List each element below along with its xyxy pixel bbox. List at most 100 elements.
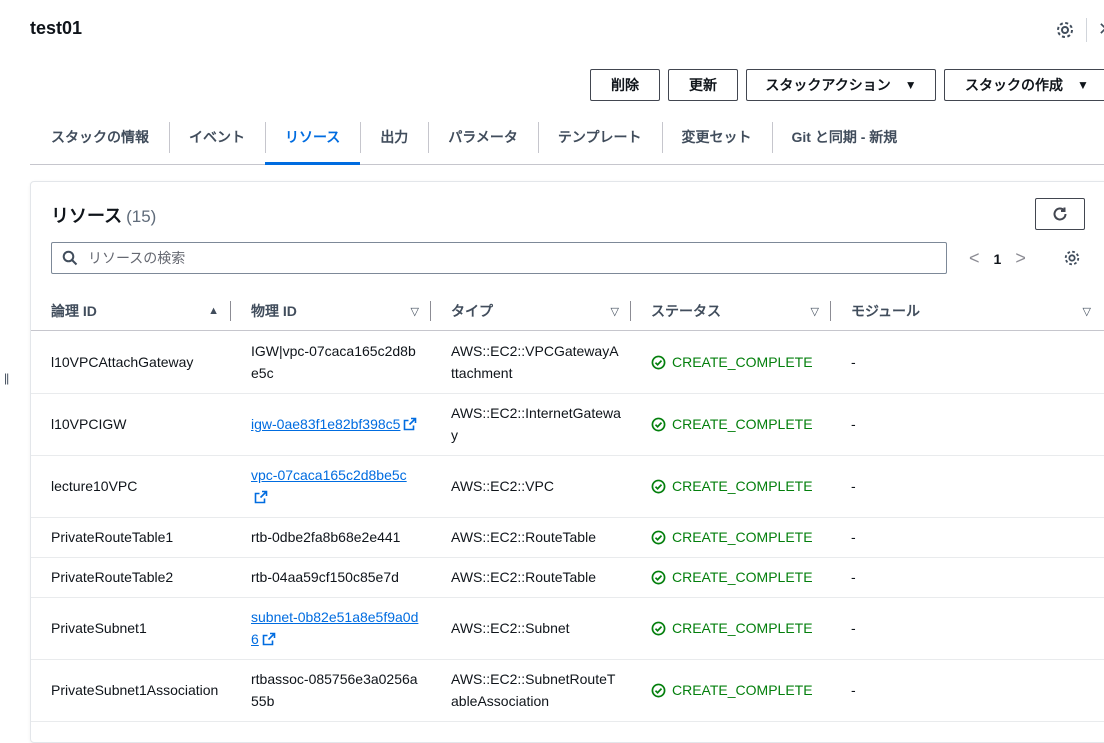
module-cell: -: [851, 557, 1051, 597]
type-cell: AWS::EC2::SubnetRouteTableAssociation: [451, 659, 626, 721]
table-row: PrivateRouteTable1 rtb-0dbe2fa8b68e2e441 A…: [31, 517, 1104, 558]
physical-id-cell: rtb-0dbe2fa8b68e2e441: [251, 517, 426, 557]
logical-id-cell: PrivateRouteTable2: [51, 557, 226, 597]
module-text: -: [851, 416, 856, 432]
logical-id-text: PrivateSubnet1Association: [51, 682, 219, 698]
type-text: AWS::EC2::SubnetRouteTableAssociation: [451, 671, 616, 709]
status-badge: CREATE_COMPLETE: [651, 617, 813, 639]
search-field: [51, 242, 947, 274]
type-text: AWS::EC2::InternetGateway: [451, 405, 621, 443]
column-divider[interactable]: [430, 301, 431, 321]
column-physical-id-label: 物理 ID: [251, 303, 297, 319]
status-badge: CREATE_COMPLETE: [651, 679, 813, 701]
tab-change-sets[interactable]: 変更セット: [661, 118, 772, 156]
column-physical-id[interactable]: 物理 ID ▽: [251, 292, 431, 330]
delete-button[interactable]: 削除: [590, 69, 660, 101]
module-text: -: [851, 620, 856, 636]
column-logical-id-label: 論理 ID: [51, 303, 97, 319]
page-number[interactable]: 1: [994, 251, 1002, 267]
logical-id-text: PrivateRouteTable2: [51, 569, 174, 585]
table-row: PrivateSubnet1 subnet-0b82e51a8e5f9a0d6 AW…: [31, 597, 1104, 660]
table-row: PrivateSubnet1Association rtbassoc-085756…: [31, 659, 1104, 722]
resources-title: リソース: [51, 206, 123, 226]
stack-tabs: スタックの情報 イベント リソース 出力 パラメータ テンプレート 変更セット …: [30, 118, 1104, 165]
logical-id-cell: PrivateRouteTable1: [51, 517, 226, 557]
status-text: CREATE_COMPLETE: [672, 620, 813, 636]
physical-id-text: rtbassoc-085756e3a0256a55b: [251, 671, 418, 709]
status-cell: CREATE_COMPLETE: [651, 557, 831, 597]
header-divider: [1086, 18, 1087, 42]
status-text: CREATE_COMPLETE: [672, 478, 813, 494]
physical-id-text: IGW|vpc-07caca165c2d8be5c: [251, 343, 416, 381]
tab-git-sync[interactable]: Git と同期 - 新規: [771, 118, 918, 156]
physical-id-cell: subnet-0b82e51a8e5f9a0d6: [251, 597, 426, 659]
column-status[interactable]: ステータス ▽: [651, 292, 831, 330]
tab-outputs[interactable]: 出力: [360, 118, 428, 156]
update-button[interactable]: 更新: [668, 69, 738, 101]
sort-ascending-icon: ▲: [208, 305, 219, 317]
column-divider[interactable]: [630, 301, 631, 321]
tab-stack-info[interactable]: スタックの情報: [30, 118, 169, 156]
module-cell: -: [851, 455, 1051, 517]
module-text: -: [851, 682, 856, 698]
create-stack-dropdown[interactable]: スタックの作成 ▼: [944, 69, 1104, 101]
preferences-gear-icon[interactable]: [1063, 249, 1081, 267]
physical-id-text: rtb-04aa59cf150c85e7d: [251, 569, 399, 585]
check-circle-icon: [651, 355, 666, 369]
column-type[interactable]: タイプ ▽: [451, 292, 631, 330]
logical-id-text: l10VPCAttachGateway: [51, 354, 194, 370]
table-row: l10VPCIGW igw-0ae83f1e82bf398c5 AWS::EC2::…: [31, 393, 1104, 456]
status-cell: CREATE_COMPLETE: [651, 393, 831, 455]
physical-id-text: rtb-0dbe2fa8b68e2e441: [251, 529, 401, 545]
resources-count: (15): [126, 207, 157, 226]
search-input[interactable]: [86, 249, 946, 267]
physical-id-cell: rtb-04aa59cf150c85e7d: [251, 557, 426, 597]
status-text: CREATE_COMPLETE: [672, 416, 813, 432]
type-text: AWS::EC2::VPCGatewayAttachment: [451, 343, 619, 381]
column-divider[interactable]: [830, 301, 831, 321]
physical-id-link[interactable]: vpc-07caca165c2d8be5c: [251, 467, 407, 483]
caret-down-icon: ▼: [904, 78, 917, 92]
sort-icon: ▽: [610, 305, 619, 318]
stack-actions-dropdown[interactable]: スタックアクション ▼: [746, 69, 936, 101]
column-module[interactable]: モジュール ▽: [851, 292, 1103, 330]
column-divider[interactable]: [230, 301, 231, 321]
chevron-right-icon[interactable]: >: [1015, 248, 1026, 269]
tab-template[interactable]: テンプレート: [537, 118, 662, 156]
external-link-icon[interactable]: [403, 417, 417, 431]
close-icon[interactable]: ✕: [1098, 19, 1104, 40]
resources-panel: リソース(15) < 1 > 論理 ID ▲ 物理 ID ▽: [30, 181, 1104, 743]
create-stack-label: スタックの作成: [965, 77, 1064, 93]
external-link-icon[interactable]: [254, 490, 268, 504]
tab-parameters[interactable]: パラメータ: [428, 118, 538, 156]
external-link-icon[interactable]: [262, 632, 276, 646]
stack-actions-label: スタックアクション: [765, 77, 891, 93]
module-cell: -: [851, 597, 1051, 659]
refresh-button[interactable]: [1035, 198, 1085, 230]
type-text: AWS::EC2::VPC: [451, 478, 554, 494]
gear-icon[interactable]: [1055, 20, 1075, 40]
physical-id-link[interactable]: subnet-0b82e51a8e5f9a0d6: [251, 609, 418, 647]
column-logical-id[interactable]: 論理 ID ▲: [51, 292, 231, 330]
type-cell: AWS::EC2::RouteTable: [451, 517, 626, 557]
logical-id-text: PrivateSubnet1: [51, 620, 147, 636]
tab-events[interactable]: イベント: [169, 118, 265, 156]
physical-id-cell: rtbassoc-085756e3a0256a55b: [251, 659, 426, 721]
status-badge: CREATE_COMPLETE: [651, 413, 813, 435]
chevron-left-icon[interactable]: <: [969, 248, 980, 269]
split-panel-handle[interactable]: ||: [4, 371, 9, 385]
logical-id-cell: l10VPCAttachGateway: [51, 331, 226, 393]
check-circle-icon: [651, 417, 666, 431]
status-cell: CREATE_COMPLETE: [651, 331, 831, 393]
status-badge: CREATE_COMPLETE: [651, 351, 813, 373]
check-circle-icon: [651, 479, 666, 493]
table-row: l10VPCAttachGateway IGW|vpc-07caca165c2d8…: [31, 331, 1104, 394]
type-text: AWS::EC2::RouteTable: [451, 569, 596, 585]
sort-icon: ▽: [1082, 305, 1091, 318]
physical-id-cell: IGW|vpc-07caca165c2d8be5c: [251, 331, 426, 393]
tab-resources[interactable]: リソース: [265, 118, 361, 165]
module-cell: -: [851, 517, 1051, 557]
status-cell: CREATE_COMPLETE: [651, 455, 831, 517]
physical-id-link[interactable]: igw-0ae83f1e82bf398c5: [251, 416, 400, 432]
sort-icon: ▽: [810, 305, 819, 318]
